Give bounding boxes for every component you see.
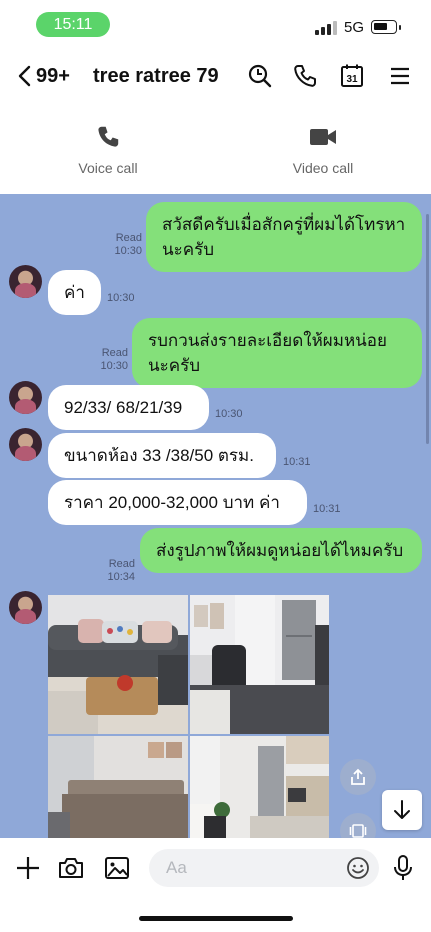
network-label: 5G [344,19,365,36]
home-indicator [139,916,293,921]
microphone-icon [394,855,412,880]
message-time: 10:31 [313,503,341,515]
photo-thumbnail[interactable] [190,595,329,734]
voice-message-button[interactable] [388,853,418,883]
calendar-day: 31 [346,74,358,85]
message-meta: Read 10:30 [114,232,142,257]
bedroom-image [48,736,188,838]
video-camera-icon [310,129,336,145]
arrow-down-icon [394,800,410,819]
contact-avatar[interactable] [9,381,42,414]
message-incoming[interactable]: 92/33/ 68/21/39 [48,385,209,430]
scrollbar[interactable] [426,214,429,444]
message-time: 10:30 [107,292,135,304]
search-icon[interactable] [246,62,274,90]
status-bar: 15:11 5G [0,0,431,50]
message-input[interactable]: Aa [149,849,379,887]
message-incoming[interactable]: ราคา 20,000-32,000 บาท ค่า [48,480,307,525]
contact-avatar[interactable] [9,591,42,624]
living-room-image [48,595,188,734]
back-chevron-icon[interactable] [14,64,38,88]
signal-icon [315,21,339,35]
message-outgoing[interactable]: รบกวนส่งรายละเอียดให้ผมหน่อยนะครับ [132,318,422,388]
photo-thumbnail[interactable] [48,736,188,838]
emoji-icon[interactable] [346,856,370,880]
message-input-bar: Aa [0,838,431,932]
workspace-kitchen-image [190,595,329,734]
message-time: 10:31 [283,456,311,468]
calendar-icon[interactable]: 31 [338,62,366,90]
add-button[interactable] [13,853,43,883]
contact-avatar[interactable] [9,428,42,461]
call-bar: Voice call Video call [0,102,431,194]
photo-thumbnail[interactable] [48,595,188,734]
voice-call-label: Voice call [78,160,138,176]
message-outgoing[interactable]: ส่งรูปภาพให้ผมดูหน่อยได้ไหมครับ [140,528,422,573]
kitchenette-image [190,736,329,838]
menu-icon[interactable] [386,62,414,90]
plus-icon [17,857,39,879]
message-time: 10:30 [215,408,243,420]
photo-thumbnail[interactable] [190,736,329,838]
scroll-down-button[interactable] [382,790,422,830]
voice-call-button[interactable]: Voice call [28,122,188,176]
unread-count[interactable]: 99+ [36,65,70,88]
image-icon [105,857,129,879]
video-call-button[interactable]: Video call [243,122,403,176]
phone-icon[interactable] [291,62,319,90]
voice-call-icon [98,126,119,147]
chat-title: tree ratree 79 [93,65,219,87]
chat-area[interactable]: Read 10:30 สวัสดีครับเมื่อสักครู่ที่ผมได้… [0,194,431,838]
camera-icon [59,858,83,878]
video-call-label: Video call [292,160,354,176]
camera-button[interactable] [56,853,86,883]
message-outgoing[interactable]: สวัสดีครับเมื่อสักครู่ที่ผมได้โทรหานะครั… [146,202,422,272]
share-button[interactable] [340,759,376,795]
message-meta: Read 10:34 [107,558,135,583]
share-icon [351,768,365,785]
chat-header: 99+ tree ratree 79 31 [0,50,431,102]
message-incoming[interactable]: ขนาดห้อง 33 /38/50 ตรม. [48,433,276,478]
status-time: 15:11 [36,12,110,37]
album-button[interactable] [340,813,376,838]
contact-avatar[interactable] [9,265,42,298]
gallery-button[interactable] [102,853,132,883]
album-icon [349,824,367,838]
message-input-placeholder: Aa [166,858,187,877]
message-incoming[interactable]: ค่า [48,270,101,315]
battery-icon [371,20,397,34]
message-meta: Read 10:30 [100,347,128,372]
battery-tip [399,25,401,30]
